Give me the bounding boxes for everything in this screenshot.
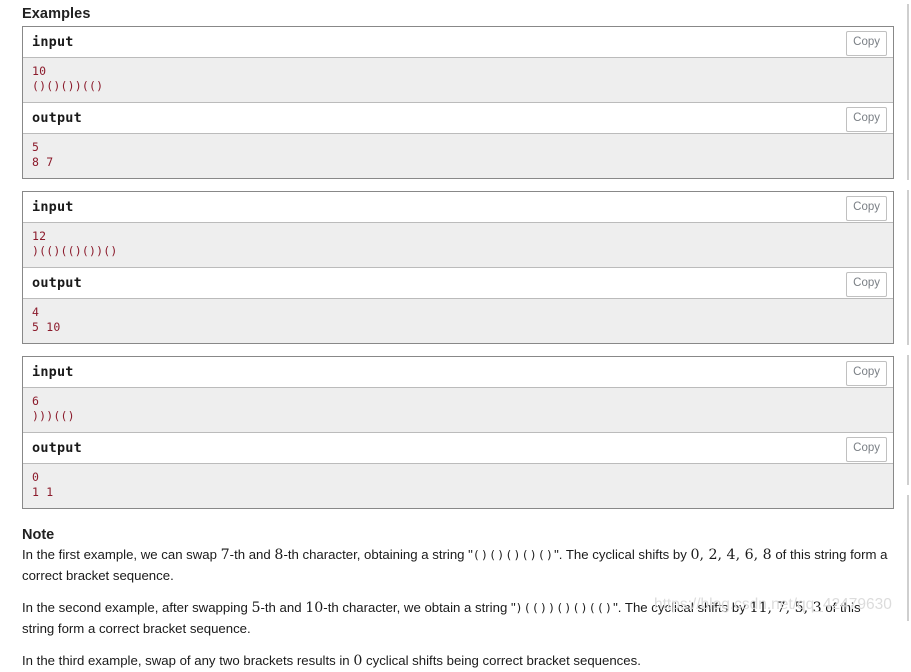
copy-output-button-1[interactable]: Copy <box>846 107 887 132</box>
note-section: Note In the first example, we can swap 7… <box>0 521 911 672</box>
output-content-1: 5 8 7 <box>23 134 893 178</box>
sample-test-1: input Copy 10 ()()())(() output Copy 5 8… <box>22 26 894 179</box>
scrollbar-segment-1 <box>907 4 909 180</box>
output-title-2: output Copy <box>23 268 893 299</box>
output-label-1: output <box>32 110 82 126</box>
note-2-bracket-string: )(())()()(() <box>515 601 614 615</box>
output-text-2: 4 5 10 <box>32 305 61 334</box>
scrollbar-segment-4 <box>907 495 909 621</box>
note-3-text-2: cyclical shifts being correct bracket se… <box>362 653 641 668</box>
input-text-1: 10 ()()())(() <box>32 64 104 93</box>
input-content-1: 10 ()()())(() <box>23 58 893 103</box>
examples-heading: Examples <box>22 6 91 22</box>
copy-input-button-2[interactable]: Copy <box>846 196 887 221</box>
copy-output-button-2[interactable]: Copy <box>846 272 887 297</box>
input-title-3: input Copy <box>23 357 893 388</box>
note-2-num-2: 10 <box>305 600 324 616</box>
note-1-text-2: -th and <box>229 547 275 562</box>
problem-examples-page: Examples input Copy 10 ()()())(() output… <box>0 0 911 669</box>
output-content-2: 4 5 10 <box>23 299 893 343</box>
input-label-2: input <box>32 199 74 215</box>
input-text-3: 6 )))(() <box>32 394 75 423</box>
output-text-1: 5 8 7 <box>32 140 54 169</box>
output-label-3: output <box>32 440 82 456</box>
sample-test-2: input Copy 12 )(()(()())() output Copy 4… <box>22 191 894 344</box>
note-1-text-1: In the first example, we can swap <box>22 547 221 562</box>
note-1-bracket-string: ()()()()() <box>472 548 555 562</box>
copy-input-button-3[interactable]: Copy <box>846 361 887 386</box>
note-1-num-1: 7 <box>220 547 230 563</box>
note-paragraph-1: In the first example, we can swap 7-th a… <box>22 545 894 585</box>
note-heading: Note <box>22 527 55 543</box>
copy-output-button-3[interactable]: Copy <box>846 437 887 462</box>
note-2-text-3: -th character, we obtain a string " <box>323 600 516 615</box>
input-label-1: input <box>32 34 74 50</box>
output-title-3: output Copy <box>23 433 893 464</box>
scrollbar-segment-3 <box>907 355 909 485</box>
note-3-num-1: 0 <box>353 653 363 669</box>
note-2-text-1: In the second example, after swapping <box>22 600 252 615</box>
note-2-num-1: 5 <box>251 600 261 616</box>
input-content-3: 6 )))(() <box>23 388 893 433</box>
note-paragraph-2: In the second example, after swapping 5-… <box>22 598 894 638</box>
note-1-shift-list: 0, 2, 4, 6, 8 <box>690 547 772 563</box>
output-label-2: output <box>32 275 82 291</box>
input-label-3: input <box>32 364 74 380</box>
note-2-text-4: ". The cyclical shifts by <box>613 600 750 615</box>
sample-test-3: input Copy 6 )))(() output Copy 0 1 1 <box>22 356 894 509</box>
note-2-shift-list: 11, 7, 5, 3 <box>749 600 822 616</box>
note-1-text-4: ". The cyclical shifts by <box>554 547 691 562</box>
input-content-2: 12 )(()(()())() <box>23 223 893 268</box>
sample-tests-container: input Copy 10 ()()())(() output Copy 5 8… <box>0 26 911 509</box>
note-3-text-1: In the third example, swap of any two br… <box>22 653 354 668</box>
note-paragraph-3: In the third example, swap of any two br… <box>22 651 894 672</box>
input-text-2: 12 )(()(()())() <box>32 229 118 258</box>
input-title-1: input Copy <box>23 27 893 58</box>
input-title-2: input Copy <box>23 192 893 223</box>
output-text-3: 0 1 1 <box>32 470 54 499</box>
output-content-3: 0 1 1 <box>23 464 893 508</box>
note-1-text-3: -th character, obtaining a string " <box>283 547 473 562</box>
note-2-text-2: -th and <box>260 600 306 615</box>
copy-input-button-1[interactable]: Copy <box>846 31 887 56</box>
scrollbar-segment-2 <box>907 190 909 345</box>
page-scrollbar[interactable] <box>903 0 909 626</box>
output-title-1: output Copy <box>23 103 893 134</box>
